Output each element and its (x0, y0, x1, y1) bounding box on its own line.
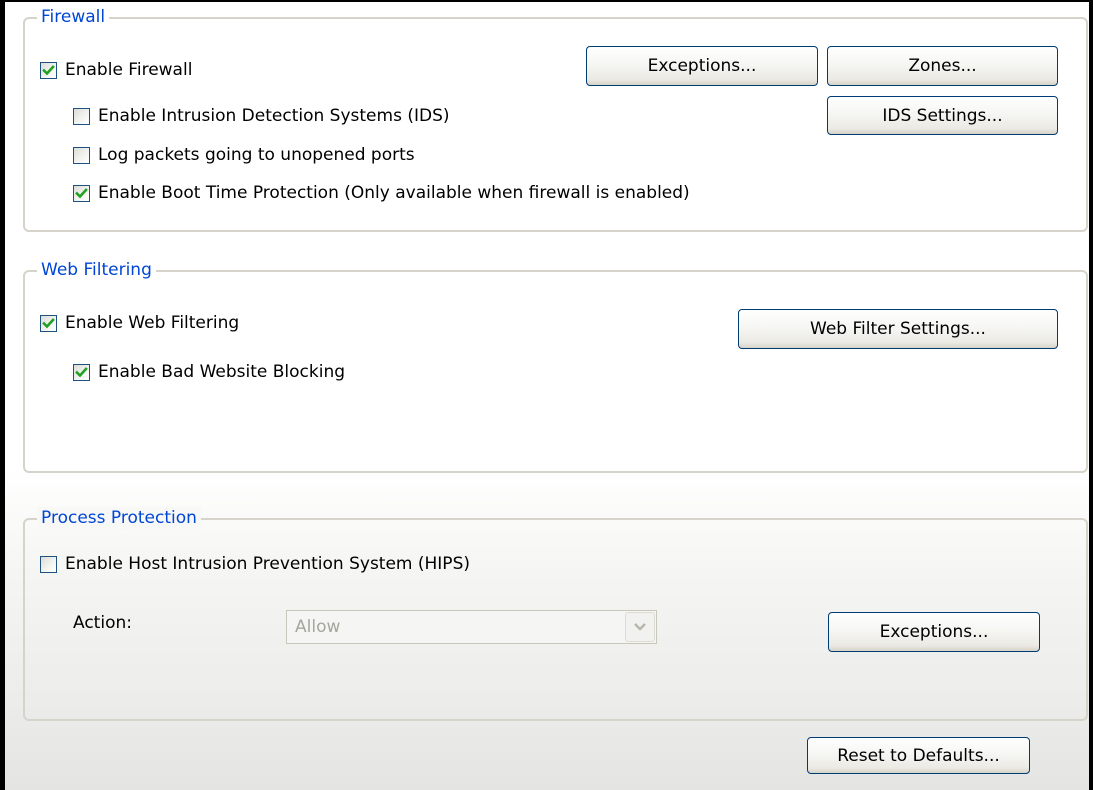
zones-button[interactable]: Zones... (827, 46, 1058, 86)
enable-ids-box[interactable] (73, 107, 90, 125)
log-packets-checkbox[interactable]: Log packets going to unopened ports (73, 145, 415, 165)
enable-hips-checkbox[interactable]: Enable Host Intrusion Prevention System … (40, 554, 470, 574)
enable-ids-checkbox[interactable]: Enable Intrusion Detection Systems (IDS) (73, 106, 450, 126)
check-icon (75, 187, 88, 198)
enable-web-filtering-label: Enable Web Filtering (65, 313, 240, 333)
ids-settings-button[interactable]: IDS Settings... (827, 96, 1058, 135)
enable-ids-label: Enable Intrusion Detection Systems (IDS) (98, 106, 450, 126)
check-icon (42, 64, 55, 75)
firewall-exceptions-button[interactable]: Exceptions... (586, 46, 818, 86)
boot-time-protection-checkbox[interactable]: Enable Boot Time Protection (Only availa… (73, 183, 690, 203)
action-dropdown-value: Allow (295, 617, 341, 637)
check-icon (42, 317, 55, 328)
enable-firewall-label: Enable Firewall (65, 60, 193, 80)
enable-hips-box[interactable] (40, 555, 57, 573)
action-label: Action: (73, 613, 132, 633)
log-packets-box[interactable] (73, 146, 90, 164)
settings-window: Firewall Enable Firewall Enable Intrusio… (0, 0, 1093, 790)
web-filtering-legend: Web Filtering (37, 259, 156, 281)
web-filter-settings-button[interactable]: Web Filter Settings... (738, 309, 1058, 349)
window-top-edge (0, 0, 1093, 2)
enable-firewall-box[interactable] (40, 61, 57, 79)
bad-website-blocking-checkbox[interactable]: Enable Bad Website Blocking (73, 362, 345, 382)
chevron-down-icon[interactable] (625, 612, 655, 642)
enable-hips-label: Enable Host Intrusion Prevention System … (65, 554, 470, 574)
action-dropdown[interactable]: Allow (286, 610, 657, 644)
process-exceptions-button[interactable]: Exceptions... (828, 612, 1040, 652)
firewall-legend: Firewall (37, 6, 110, 28)
window-left-edge (0, 0, 5, 790)
window-right-edge (1089, 0, 1093, 790)
enable-web-filtering-box[interactable] (40, 314, 57, 332)
boot-time-protection-box[interactable] (73, 184, 90, 202)
check-icon (75, 366, 88, 377)
log-packets-label: Log packets going to unopened ports (98, 145, 415, 165)
reset-to-defaults-button[interactable]: Reset to Defaults... (807, 737, 1030, 774)
boot-time-protection-label: Enable Boot Time Protection (Only availa… (98, 183, 690, 203)
enable-firewall-checkbox[interactable]: Enable Firewall (40, 60, 192, 80)
bad-website-blocking-label: Enable Bad Website Blocking (98, 362, 346, 382)
enable-web-filtering-checkbox[interactable]: Enable Web Filtering (40, 313, 239, 333)
bad-website-blocking-box[interactable] (73, 363, 90, 381)
process-protection-legend: Process Protection (37, 507, 201, 529)
